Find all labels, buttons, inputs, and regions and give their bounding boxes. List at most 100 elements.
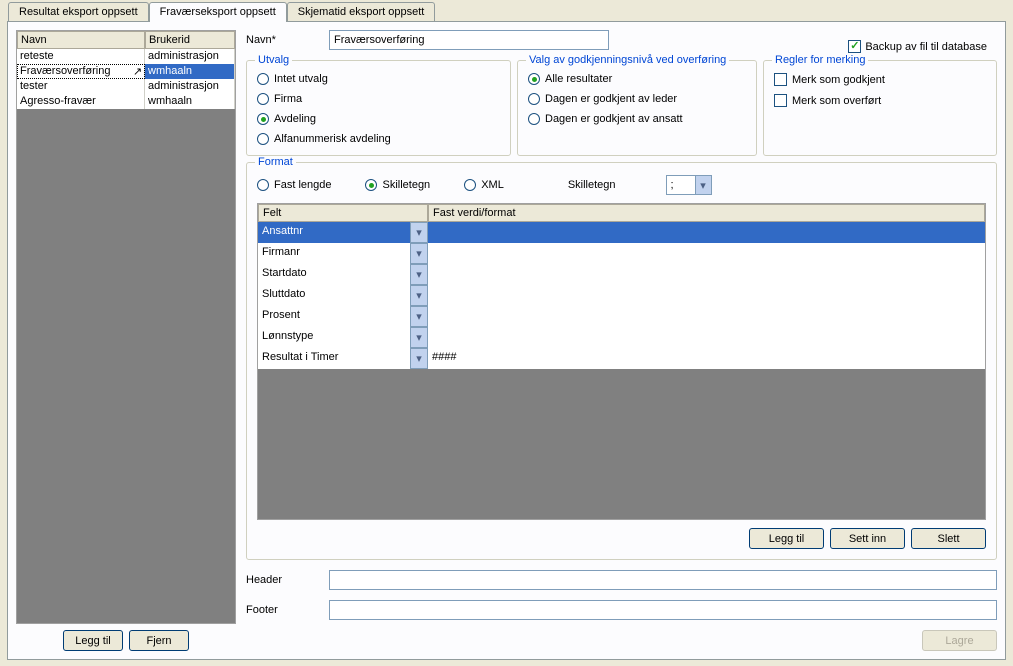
regler-title: Regler for merking <box>772 54 868 66</box>
format-grid-row[interactable]: Ansattnr▾ <box>258 222 985 243</box>
valg-option[interactable]: Dagen er godkjent av leder <box>528 93 746 105</box>
tab-result-export[interactable]: Resultat eksport oppsett <box>8 2 149 21</box>
radio-label: Fast lengde <box>274 179 331 191</box>
grid-cell-name: tester <box>17 79 145 94</box>
grid-cell-name: Agresso-fravær <box>17 94 145 109</box>
chevron-down-icon[interactable]: ▾ <box>410 222 428 243</box>
chevron-down-icon[interactable]: ▾ <box>410 306 428 327</box>
checkbox-icon <box>774 73 787 86</box>
chevron-down-icon[interactable]: ▾ <box>410 264 428 285</box>
format-fast-cell[interactable] <box>428 306 985 327</box>
checkbox-label: Merk som overført <box>792 95 881 107</box>
tab-schedule-export[interactable]: Skjematid eksport oppsett <box>287 2 436 21</box>
format-col-felt[interactable]: Felt <box>258 204 428 222</box>
regler-option[interactable]: Merk som overført <box>774 94 986 107</box>
format-felt-cell: Prosent <box>258 306 410 327</box>
radio-icon <box>257 93 269 105</box>
format-fast-cell[interactable] <box>428 222 985 243</box>
tab-absence-export[interactable]: Fraværseksport oppsett <box>149 2 287 22</box>
format-fast-cell[interactable]: #### <box>428 348 985 369</box>
left-remove-button[interactable]: Fjern <box>129 630 189 651</box>
format-grid-row[interactable]: Lønnstype▾ <box>258 327 985 348</box>
format-fast-cell[interactable] <box>428 327 985 348</box>
chevron-down-icon[interactable]: ▾ <box>410 243 428 264</box>
format-grid-row[interactable]: Startdato▾ <box>258 264 985 285</box>
cursor-arrow-icon: ↖ <box>133 65 142 78</box>
left-grid-row[interactable]: Agresso-fraværwmhaaln <box>17 94 235 109</box>
radio-icon <box>528 113 540 125</box>
radio-label: Dagen er godkjent av leder <box>545 93 677 105</box>
utvalg-title: Utvalg <box>255 54 292 66</box>
tab-bar: Resultat eksport oppsett Fraværseksport … <box>0 0 1013 21</box>
utvalg-option[interactable]: Alfanummerisk avdeling <box>257 133 500 145</box>
radio-label: Alle resultater <box>545 73 612 85</box>
backup-label: Backup av fil til database <box>865 41 987 53</box>
left-add-button[interactable]: Legg til <box>63 630 123 651</box>
format-grid-row[interactable]: Sluttdato▾ <box>258 285 985 306</box>
radio-label: XML <box>481 179 504 191</box>
format-col-fast[interactable]: Fast verdi/format <box>428 204 985 222</box>
radio-icon <box>257 113 269 125</box>
footer-label: Footer <box>246 604 321 616</box>
grid-cell-user: wmhaaln <box>145 94 235 109</box>
radio-icon <box>528 73 540 85</box>
left-grid-row[interactable]: Fraværsoverføring↖wmhaaln <box>17 64 235 79</box>
format-type-option[interactable]: Skilletegn <box>365 179 430 191</box>
footer-input[interactable] <box>329 600 997 620</box>
radio-icon <box>257 133 269 145</box>
format-felt-cell: Startdato <box>258 264 410 285</box>
checkbox-icon <box>774 94 787 107</box>
col-header-user[interactable]: Brukerid <box>145 31 235 49</box>
format-felt-cell: Sluttdato <box>258 285 410 306</box>
format-type-option[interactable]: XML <box>464 179 504 191</box>
left-grid[interactable]: Navn Brukerid retesteadministrasjonFravæ… <box>16 30 236 624</box>
radio-icon <box>528 93 540 105</box>
grid-cell-user: administrasjon <box>145 49 235 64</box>
fieldset-utvalg: Utvalg Intet utvalgFirmaAvdelingAlfanumm… <box>246 60 511 156</box>
valg-option[interactable]: Alle resultater <box>528 73 746 85</box>
skilletegn-select[interactable]: ;▾ <box>666 175 712 195</box>
radio-label: Avdeling <box>274 113 316 125</box>
format-felt-cell: Resultat i Timer <box>258 348 410 369</box>
radio-icon <box>257 179 269 191</box>
header-input[interactable] <box>329 570 997 590</box>
format-add-button[interactable]: Legg til <box>749 528 824 549</box>
chevron-down-icon[interactable]: ▾ <box>410 327 428 348</box>
format-fast-cell[interactable] <box>428 243 985 264</box>
left-grid-row[interactable]: retesteadministrasjon <box>17 49 235 64</box>
col-header-name[interactable]: Navn <box>17 31 145 49</box>
format-fast-cell[interactable] <box>428 264 985 285</box>
format-grid-row[interactable]: Prosent▾ <box>258 306 985 327</box>
chevron-down-icon: ▾ <box>695 176 711 194</box>
grid-cell-name: reteste <box>17 49 145 64</box>
fieldset-regler: Regler for merking Merk som godkjentMerk… <box>763 60 997 156</box>
radio-icon <box>257 73 269 85</box>
checkbox-label: Merk som godkjent <box>792 74 885 86</box>
valg-option[interactable]: Dagen er godkjent av ansatt <box>528 113 746 125</box>
format-grid-row[interactable]: Firmanr▾ <box>258 243 985 264</box>
radio-label: Alfanummerisk avdeling <box>274 133 391 145</box>
format-grid-row[interactable]: Resultat i Timer▾#### <box>258 348 985 369</box>
backup-checkbox[interactable] <box>848 40 861 53</box>
chevron-down-icon[interactable]: ▾ <box>410 285 428 306</box>
radio-label: Skilletegn <box>382 179 430 191</box>
fieldset-valg: Valg av godkjenningsnivå ved overføring … <box>517 60 757 156</box>
format-insert-button[interactable]: Sett inn <box>830 528 905 549</box>
left-grid-row[interactable]: testeradministrasjon <box>17 79 235 94</box>
utvalg-option[interactable]: Avdeling <box>257 113 500 125</box>
regler-option[interactable]: Merk som godkjent <box>774 73 986 86</box>
format-fast-cell[interactable] <box>428 285 985 306</box>
select-value: ; <box>671 179 674 191</box>
chevron-down-icon[interactable]: ▾ <box>410 348 428 369</box>
format-type-option[interactable]: Fast lengde <box>257 179 331 191</box>
format-felt-cell: Ansattnr <box>258 222 410 243</box>
grid-cell-user: administrasjon <box>145 79 235 94</box>
grid-cell-user: wmhaaln <box>145 64 235 79</box>
utvalg-option[interactable]: Firma <box>257 93 500 105</box>
utvalg-option[interactable]: Intet utvalg <box>257 73 500 85</box>
fieldset-format: Format Fast lengdeSkilletegnXMLSkilleteg… <box>246 162 997 560</box>
format-delete-button[interactable]: Slett <box>911 528 986 549</box>
format-title: Format <box>255 156 296 168</box>
name-input[interactable] <box>329 30 609 50</box>
save-button[interactable]: Lagre <box>922 630 997 651</box>
